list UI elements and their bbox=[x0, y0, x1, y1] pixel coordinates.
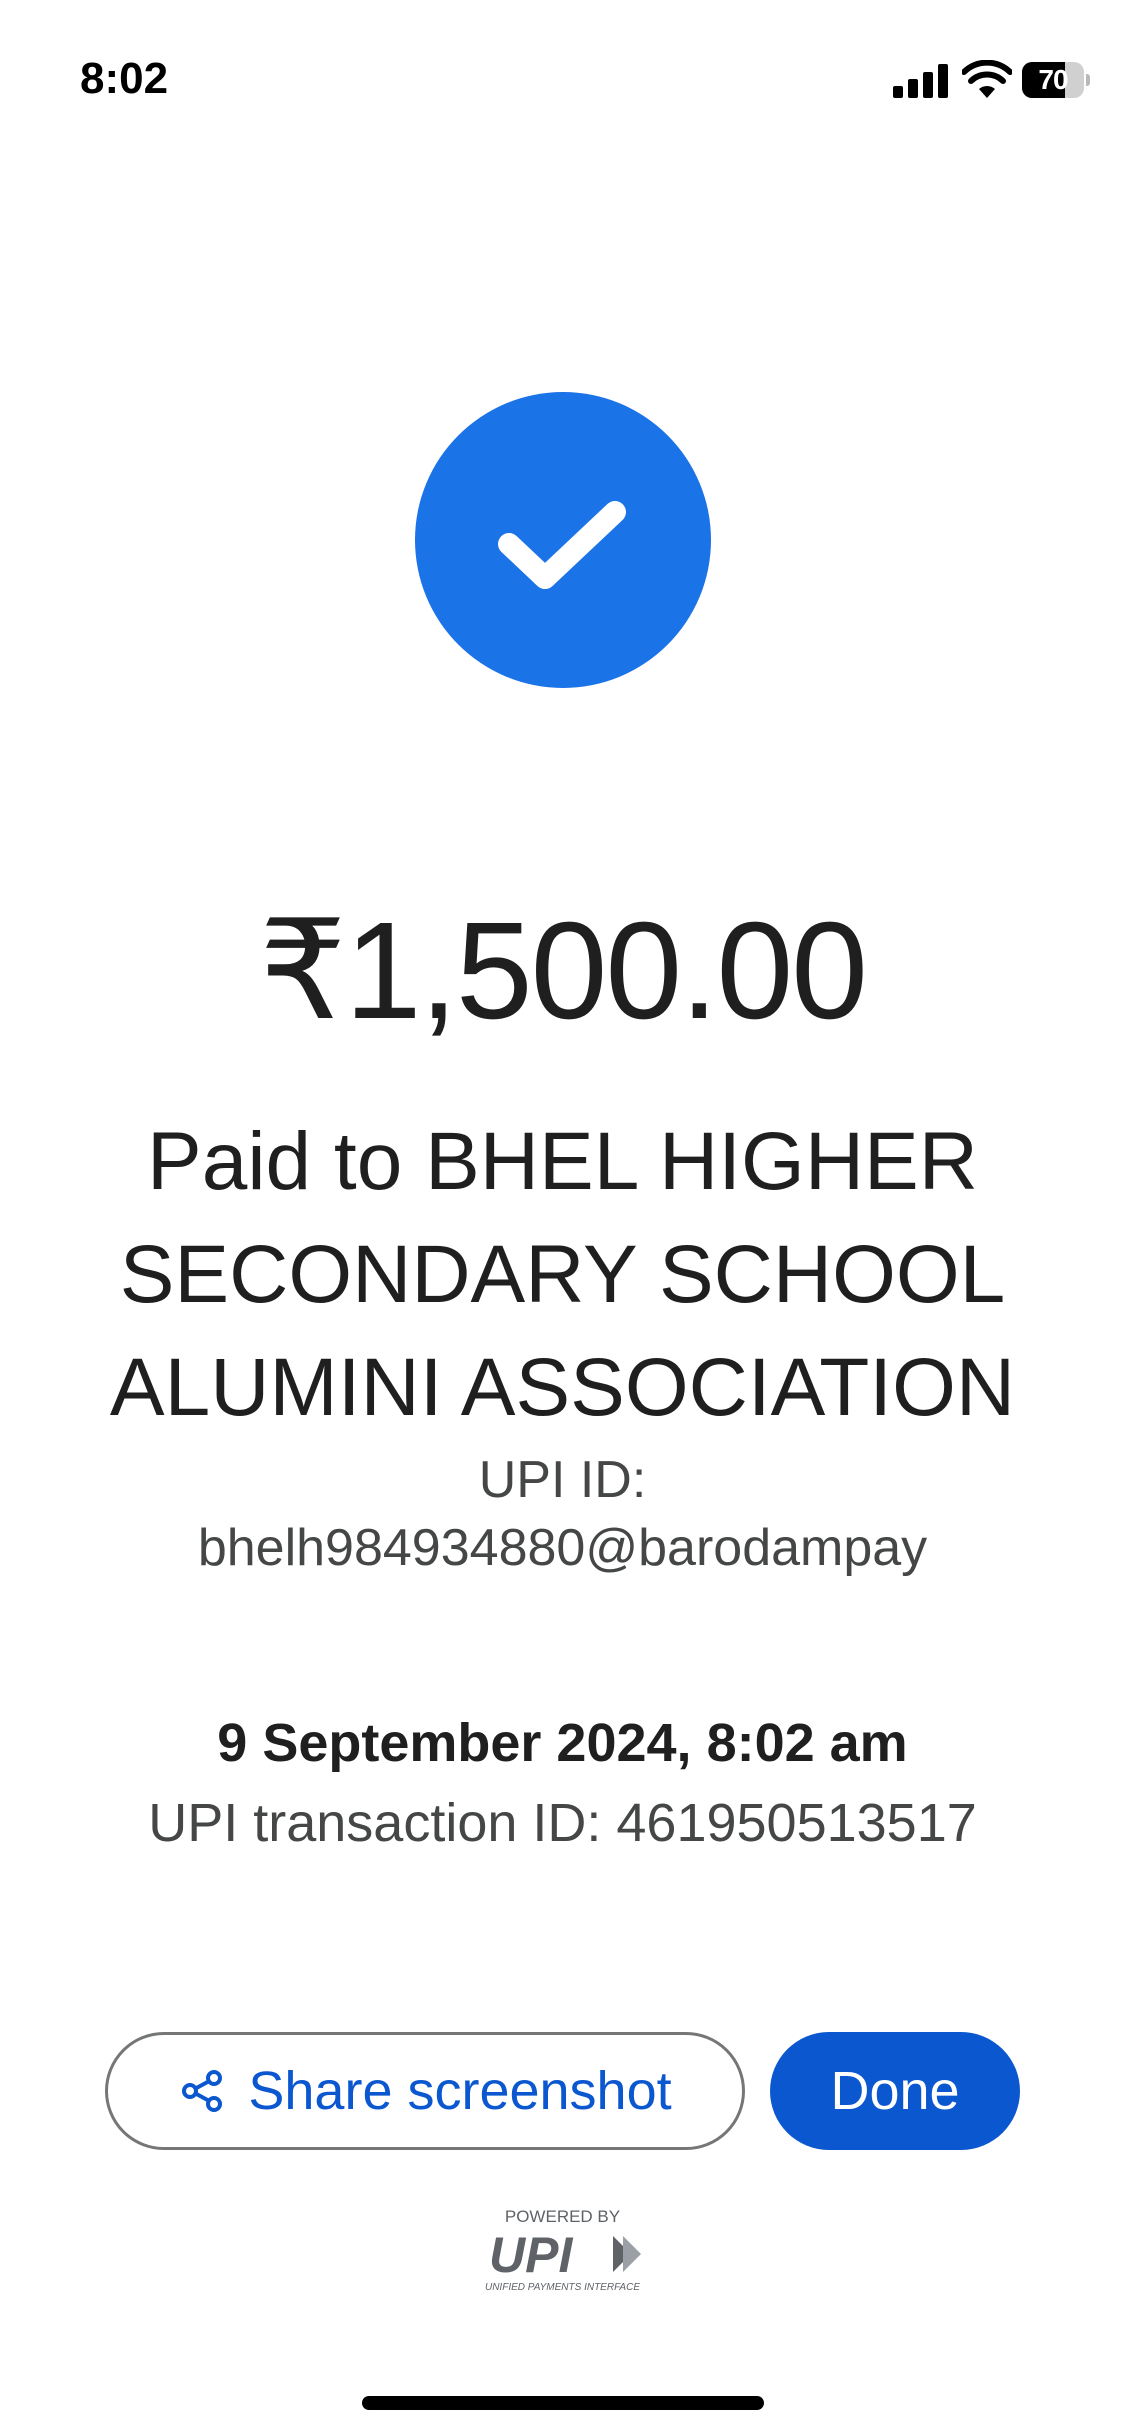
status-time: 8:02 bbox=[80, 54, 169, 103]
payee-name: Paid to BHEL HIGHER SECONDARY SCHOOL ALU… bbox=[109, 1116, 1016, 1433]
battery-level: 70 bbox=[1038, 64, 1068, 95]
done-button[interactable]: Done bbox=[770, 2032, 1020, 2150]
share-screenshot-label: Share screenshot bbox=[248, 2061, 672, 2121]
upi-logo-text: UPI bbox=[489, 2228, 573, 2280]
upi-id-label: UPI ID: bbox=[478, 1451, 647, 1509]
upi-full-name: UNIFIED PAYMENTS INTERFACE bbox=[484, 2282, 640, 2293]
share-screenshot-button[interactable]: Share screenshot bbox=[105, 2032, 745, 2150]
done-label: Done bbox=[830, 2061, 960, 2121]
checkmark-icon bbox=[498, 501, 626, 589]
cellular-signal-icon bbox=[893, 64, 948, 98]
powered-by-label: POWERED BY bbox=[504, 2207, 621, 2226]
home-indicator[interactable] bbox=[362, 2396, 764, 2410]
transaction-id: UPI transaction ID: 461950513517 bbox=[148, 1793, 977, 1853]
battery-icon: 70 bbox=[1022, 62, 1090, 100]
success-badge bbox=[415, 392, 711, 688]
wifi-icon bbox=[962, 60, 1012, 98]
payment-amount: ₹1,500.00 bbox=[259, 894, 868, 1048]
status-bar: 8:02 70 bbox=[0, 0, 1125, 160]
upi-logo: UPI bbox=[489, 2228, 641, 2280]
transaction-datetime: 9 September 2024, 8:02 am bbox=[217, 1713, 908, 1773]
share-icon bbox=[182, 2070, 223, 2112]
upi-id-value: bhelh984934880@barodampay bbox=[197, 1519, 928, 1577]
